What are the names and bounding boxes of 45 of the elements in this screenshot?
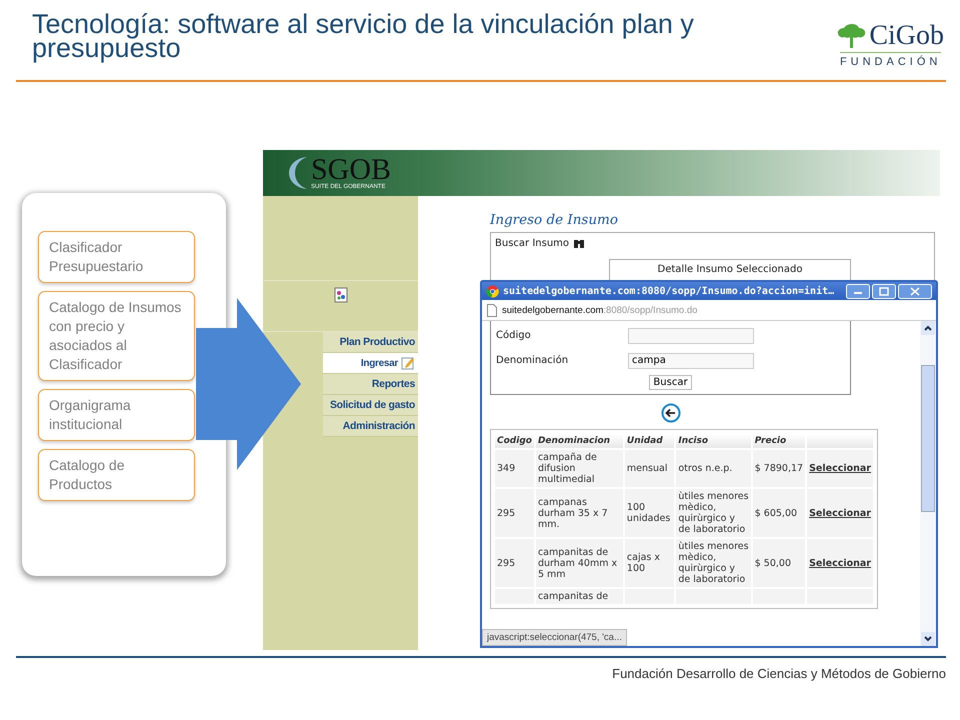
input-field[interactable]: campa <box>628 352 754 368</box>
logo-subtitle: FUNDACIÓN <box>840 52 942 68</box>
table-cell: campanitas de durham 40mm x 5 mm <box>536 539 623 587</box>
search-button[interactable]: Buscar <box>649 375 692 390</box>
column-header: Inciso <box>676 434 751 448</box>
column-header: Denominacion <box>536 434 623 448</box>
logo-name: CiGob <box>869 22 944 50</box>
table-cell: 295 <box>495 539 534 587</box>
table-cell: ùtiles menores mèdico, quirùrgico y de laboratorio <box>676 539 751 587</box>
column-header: Unidad <box>624 434 674 448</box>
table-cell: $ 7890,17 <box>752 450 806 487</box>
table-cell: campanas durham 35 x 7 mm. <box>536 489 623 537</box>
table-cell: $ 50,00 <box>752 539 806 587</box>
table-cell: campaña de difusion multimedial <box>536 450 623 487</box>
table-cell: 295 <box>495 489 534 537</box>
address-url: suitedelgobernante.com:8080/sopp/Insumo.do <box>502 304 698 316</box>
slide-title: Tecnología: software al servicio de la vinculación plan y presupuesto <box>32 12 695 65</box>
table-cell: cajas x 100 <box>624 539 674 587</box>
table-cell: otros n.e.p. <box>676 450 751 487</box>
footer-text: Fundación Desarrollo de Ciencias y Métodos de Gobierno <box>612 666 946 681</box>
column-header: Codigo <box>495 434 534 448</box>
field-label: Código <box>496 330 532 341</box>
concept-item: Catalogo de Insumos con precio y asociados al Clasificador <box>38 291 195 381</box>
address-bar[interactable]: suitedelgobernante.com:8080/sopp/Insumo.do <box>482 300 936 321</box>
popup-title: suitedelgobernante.com:8080/sopp/Insumo.do?accion=init… <box>503 286 836 296</box>
status-bar: javascript:seleccionar(475, 'ca... <box>482 629 627 646</box>
brand-name: SGOB <box>311 156 392 184</box>
table-cell: 349 <box>495 450 534 487</box>
table-cell: ùtiles menores mèdico, quirùrgico y de laboratorio <box>676 489 751 537</box>
table-cell: mensual <box>624 450 674 487</box>
table-cell: $ 605,00 <box>752 489 806 537</box>
sidebar-item[interactable]: Plan Productivo <box>323 332 418 353</box>
table-cell: 100 unidades <box>624 489 674 537</box>
sidebar-item[interactable]: Reportes <box>323 374 418 395</box>
table-cell: campanitas de <box>536 589 623 604</box>
page-title: Ingreso de Insumo <box>490 212 619 228</box>
concept-item: Catalogo de Productos <box>38 449 195 501</box>
search-label: Buscar Insumo <box>495 238 570 248</box>
concept-item: Clasificador Presupuestario <box>38 231 195 283</box>
field-label: Denominación <box>496 355 570 366</box>
sidebar-item[interactable]: Ingresar <box>323 353 418 374</box>
concept-item: Organigrama institucional <box>38 389 195 441</box>
column-header: Precio <box>752 434 806 448</box>
sidebar-item[interactable]: Solicitud de gasto <box>323 395 418 416</box>
sidebar-item[interactable]: Administración <box>323 416 418 437</box>
